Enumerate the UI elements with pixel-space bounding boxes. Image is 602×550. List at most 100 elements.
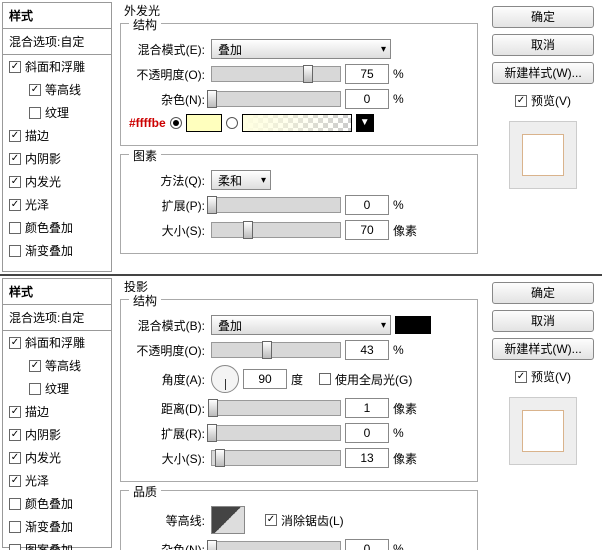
style-checkbox[interactable] [29, 107, 41, 119]
size-slider[interactable] [211, 450, 341, 466]
quality-legend: 品质 [129, 483, 161, 500]
spread-input[interactable]: 0 [345, 195, 389, 215]
size-slider[interactable] [211, 222, 341, 238]
global-light-checkbox[interactable] [319, 373, 331, 385]
cancel-button[interactable]: 取消 [492, 34, 594, 56]
structure-legend: 结构 [129, 16, 161, 33]
size-unit: 像素 [393, 222, 417, 239]
angle-dial[interactable] [211, 365, 239, 393]
style-checkbox[interactable] [9, 498, 21, 510]
style-label: 等高线 [45, 357, 81, 374]
gradient-dropdown[interactable]: ▼ [356, 114, 374, 132]
style-label: 斜面和浮雕 [25, 334, 85, 351]
style-item[interactable]: 光泽 [3, 469, 111, 492]
style-item[interactable]: 颜色叠加 [3, 492, 111, 515]
new-style-button[interactable]: 新建样式(W)... [492, 338, 594, 360]
color-swatch[interactable] [186, 114, 222, 132]
size-input[interactable]: 70 [345, 220, 389, 240]
style-item[interactable]: 内阴影 [3, 147, 111, 170]
distance-slider[interactable] [211, 400, 341, 416]
style-item[interactable]: 颜色叠加 [3, 216, 111, 239]
gradient-radio[interactable] [226, 117, 238, 129]
style-item[interactable]: 纹理 [3, 101, 111, 124]
style-item[interactable]: 描边 [3, 400, 111, 423]
style-checkbox[interactable] [9, 452, 21, 464]
structure-legend: 结构 [129, 292, 161, 309]
opacity-slider[interactable] [211, 342, 341, 358]
blend-mode-select[interactable]: 叠加 [211, 39, 391, 59]
style-checkbox[interactable] [9, 337, 21, 349]
opacity-unit: % [393, 67, 417, 81]
opacity-label: 不透明度(O): [129, 66, 207, 83]
style-checkbox[interactable] [9, 521, 21, 533]
blend-mode-select[interactable]: 叠加 [211, 315, 391, 335]
styles-list: 斜面和浮雕等高线纹理描边内阴影内发光光泽颜色叠加渐变叠加图案叠加外发光 [3, 331, 111, 550]
style-checkbox[interactable] [9, 176, 21, 188]
blending-options[interactable]: 混合选项:自定 [3, 305, 111, 331]
noise-slider-q[interactable] [211, 541, 341, 550]
noise-input-q[interactable]: 0 [345, 539, 389, 550]
style-item[interactable]: 内发光 [3, 446, 111, 469]
style-label: 颜色叠加 [25, 219, 73, 236]
styles-panel: 样式 混合选项:自定 斜面和浮雕等高线纹理描边内阴影内发光光泽颜色叠加渐变叠加 [2, 2, 112, 272]
antialias-checkbox[interactable] [265, 514, 277, 526]
style-checkbox[interactable] [9, 475, 21, 487]
style-item[interactable]: 渐变叠加 [3, 239, 111, 262]
opacity-slider[interactable] [211, 66, 341, 82]
spread-label: 扩展(R): [129, 425, 207, 442]
noise-label: 杂色(N): [129, 91, 207, 108]
style-item[interactable]: 描边 [3, 124, 111, 147]
style-item[interactable]: 渐变叠加 [3, 515, 111, 538]
angle-input[interactable]: 90 [243, 369, 287, 389]
style-item[interactable]: 图案叠加 [3, 538, 111, 550]
style-checkbox[interactable] [9, 130, 21, 142]
method-select[interactable]: 柔和 [211, 170, 271, 190]
contour-picker[interactable] [211, 506, 245, 534]
size-input[interactable]: 13 [345, 448, 389, 468]
style-checkbox[interactable] [9, 429, 21, 441]
style-item[interactable]: 内阴影 [3, 423, 111, 446]
style-label: 内阴影 [25, 426, 61, 443]
ok-button[interactable]: 确定 [492, 282, 594, 304]
style-item[interactable]: 等高线 [3, 78, 111, 101]
new-style-button[interactable]: 新建样式(W)... [492, 62, 594, 84]
effect-title: 投影 [120, 276, 478, 299]
structure-group: 结构 混合模式(B): 叠加 不透明度(O): 43 % 角度(A): 90 度… [120, 299, 478, 482]
style-checkbox[interactable] [9, 406, 21, 418]
style-label: 斜面和浮雕 [25, 58, 85, 75]
style-checkbox[interactable] [9, 544, 21, 550]
blending-options[interactable]: 混合选项:自定 [3, 29, 111, 55]
preview-checkbox[interactable] [515, 371, 527, 383]
style-item[interactable]: 斜面和浮雕 [3, 55, 111, 78]
spread-input[interactable]: 0 [345, 423, 389, 443]
style-checkbox[interactable] [9, 245, 21, 257]
distance-label: 距离(D): [129, 400, 207, 417]
style-label: 等高线 [45, 81, 81, 98]
style-checkbox[interactable] [9, 199, 21, 211]
noise-slider[interactable] [211, 91, 341, 107]
style-item[interactable]: 等高线 [3, 354, 111, 377]
style-item[interactable]: 斜面和浮雕 [3, 331, 111, 354]
preview-checkbox[interactable] [515, 95, 527, 107]
solid-color-radio[interactable] [170, 117, 182, 129]
cancel-button[interactable]: 取消 [492, 310, 594, 332]
gradient-swatch[interactable] [242, 114, 352, 132]
style-checkbox[interactable] [29, 360, 41, 372]
style-checkbox[interactable] [29, 84, 41, 96]
style-item[interactable]: 纹理 [3, 377, 111, 400]
spread-slider[interactable] [211, 197, 341, 213]
style-checkbox[interactable] [29, 383, 41, 395]
color-hex: #ffffbe [129, 116, 166, 130]
opacity-input[interactable]: 43 [345, 340, 389, 360]
ok-button[interactable]: 确定 [492, 6, 594, 28]
style-item[interactable]: 光泽 [3, 193, 111, 216]
noise-input[interactable]: 0 [345, 89, 389, 109]
distance-input[interactable]: 1 [345, 398, 389, 418]
style-checkbox[interactable] [9, 153, 21, 165]
opacity-input[interactable]: 75 [345, 64, 389, 84]
style-checkbox[interactable] [9, 61, 21, 73]
spread-slider[interactable] [211, 425, 341, 441]
style-item[interactable]: 内发光 [3, 170, 111, 193]
style-checkbox[interactable] [9, 222, 21, 234]
shadow-color-swatch[interactable] [395, 316, 431, 334]
